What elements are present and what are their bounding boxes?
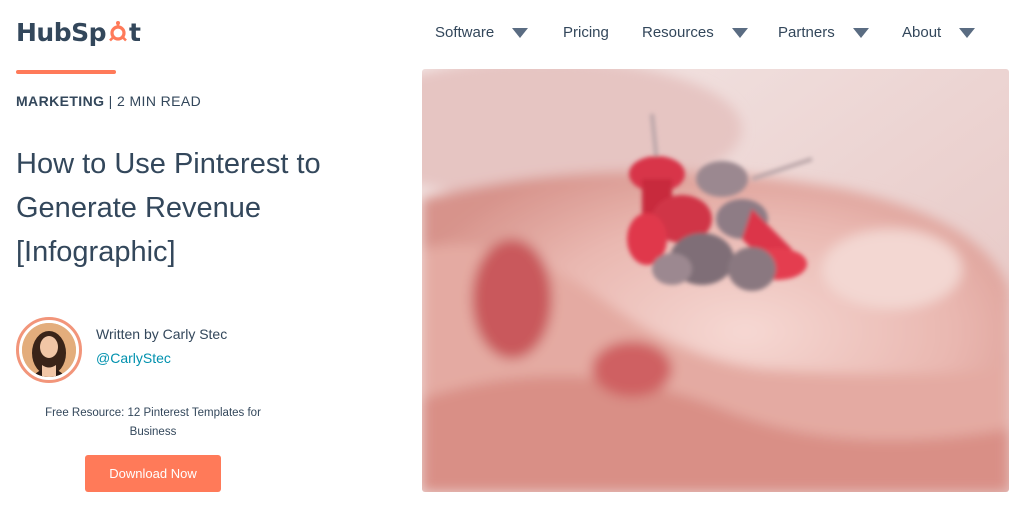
nav-item-software[interactable]: Software: [435, 18, 529, 46]
article-title: How to Use Pinterest to Generate Revenue…: [16, 148, 321, 268]
nav-item-about[interactable]: About: [902, 18, 976, 46]
chevron-down-icon: [731, 27, 748, 38]
nav-label: About: [902, 23, 942, 41]
hero-image: [422, 69, 1009, 492]
read-time: 2 MIN READ: [117, 93, 202, 109]
chevron-down-icon: [852, 27, 869, 38]
chevron-down-icon: [512, 27, 529, 38]
author-avatar[interactable]: [16, 317, 82, 383]
article-meta: MARKETING | 2 MIN READ: [16, 93, 201, 109]
accent-divider: [16, 70, 116, 74]
pushpins-in-hand-photo: [422, 69, 1009, 492]
nav-item-pricing[interactable]: Pricing: [563, 18, 609, 46]
article-category[interactable]: MARKETING: [16, 93, 104, 109]
free-resource-text: Free Resource: 12 Pinterest Templates fo…: [45, 407, 261, 438]
author-byline: Written by Carly Stec: [96, 326, 228, 342]
nav-label: Software: [435, 23, 495, 41]
nav-label: Pricing: [563, 23, 609, 41]
author-twitter-link[interactable]: @CarlyStec: [96, 350, 171, 366]
nav-label: Partners: [778, 23, 835, 41]
main-nav: Software Pricing Resources Partners Abou…: [0, 18, 1024, 46]
download-now-button[interactable]: Download Now: [85, 455, 221, 492]
nav-item-partners[interactable]: Partners: [778, 18, 869, 46]
meta-separator: |: [104, 93, 117, 109]
nav-label: Resources: [642, 23, 714, 41]
chevron-down-icon: [959, 27, 976, 38]
nav-item-resources[interactable]: Resources: [642, 18, 748, 46]
avatar-photo: [22, 323, 76, 377]
